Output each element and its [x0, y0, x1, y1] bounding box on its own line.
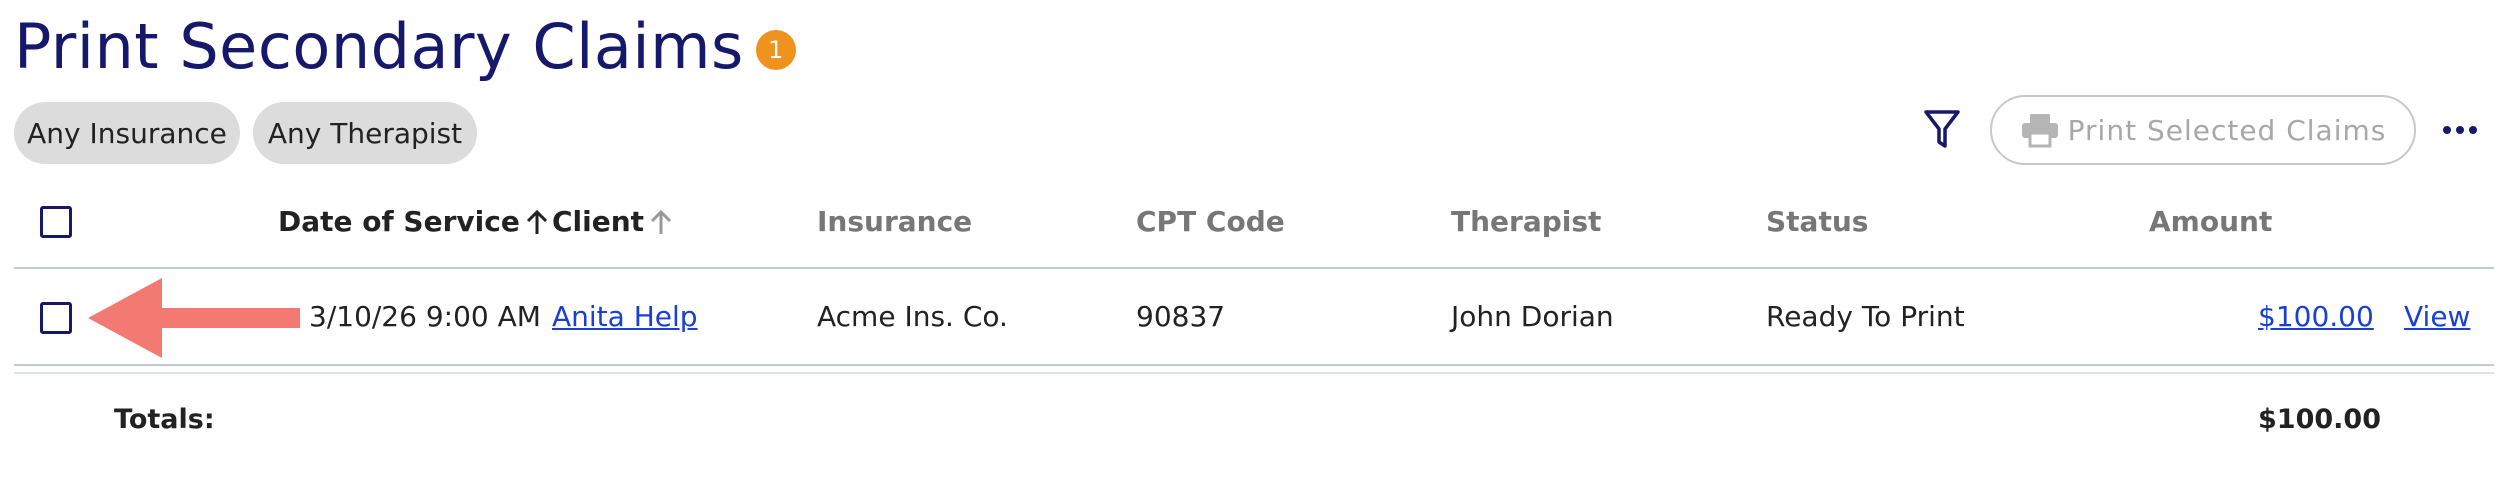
more-options-button[interactable]	[2440, 110, 2480, 150]
row-divider	[14, 364, 2494, 366]
therapist-filter-chip[interactable]: Any Therapist	[253, 102, 477, 164]
client-link[interactable]: Anita Help	[552, 300, 698, 333]
sort-ascending-icon	[526, 208, 548, 236]
printer-icon	[2020, 112, 2060, 148]
cell-therapist: John Dorian	[1451, 300, 1614, 333]
totals-amount: $100.00	[2258, 404, 2381, 435]
column-header-status[interactable]: Status	[1766, 205, 1868, 238]
amount-link[interactable]: $100.00	[2258, 300, 2374, 333]
page-title: Print Secondary Claims	[14, 10, 744, 83]
column-header-client[interactable]: Client	[552, 205, 672, 238]
column-header-amount[interactable]: Amount	[2149, 205, 2272, 238]
column-header-therapist[interactable]: Therapist	[1451, 205, 1601, 238]
totals-label: Totals:	[114, 404, 215, 435]
header-divider	[14, 267, 2494, 269]
column-header-date-of-service[interactable]: Date of Service	[278, 205, 548, 238]
count-badge: 1	[755, 29, 796, 70]
cell-cpt-code: 90837	[1136, 300, 1226, 333]
insurance-filter-chip[interactable]: Any Insurance	[14, 102, 240, 164]
print-selected-claims-button[interactable]: Print Selected Claims	[1990, 95, 2416, 165]
cell-insurance: Acme Ins. Co.	[817, 300, 1008, 333]
annotation-arrow	[88, 278, 300, 358]
cell-status: Ready To Print	[1766, 300, 1965, 333]
cell-date-of-service: 3/10/26 9:00 AM	[309, 300, 541, 333]
print-button-label: Print Selected Claims	[2067, 113, 2387, 147]
row-select-checkbox[interactable]	[40, 302, 72, 334]
sort-inactive-icon	[650, 208, 672, 236]
more-horizontal-icon	[2443, 126, 2477, 134]
filter-icon	[1924, 110, 1960, 148]
page-header: Print Secondary Claims 1	[14, 10, 796, 83]
select-all-checkbox[interactable]	[40, 206, 72, 238]
totals-divider	[14, 372, 2494, 374]
column-header-cpt-code[interactable]: CPT Code	[1136, 205, 1285, 238]
view-link[interactable]: View	[2404, 300, 2470, 333]
column-header-insurance[interactable]: Insurance	[817, 205, 972, 238]
filter-button[interactable]	[1918, 104, 1966, 156]
